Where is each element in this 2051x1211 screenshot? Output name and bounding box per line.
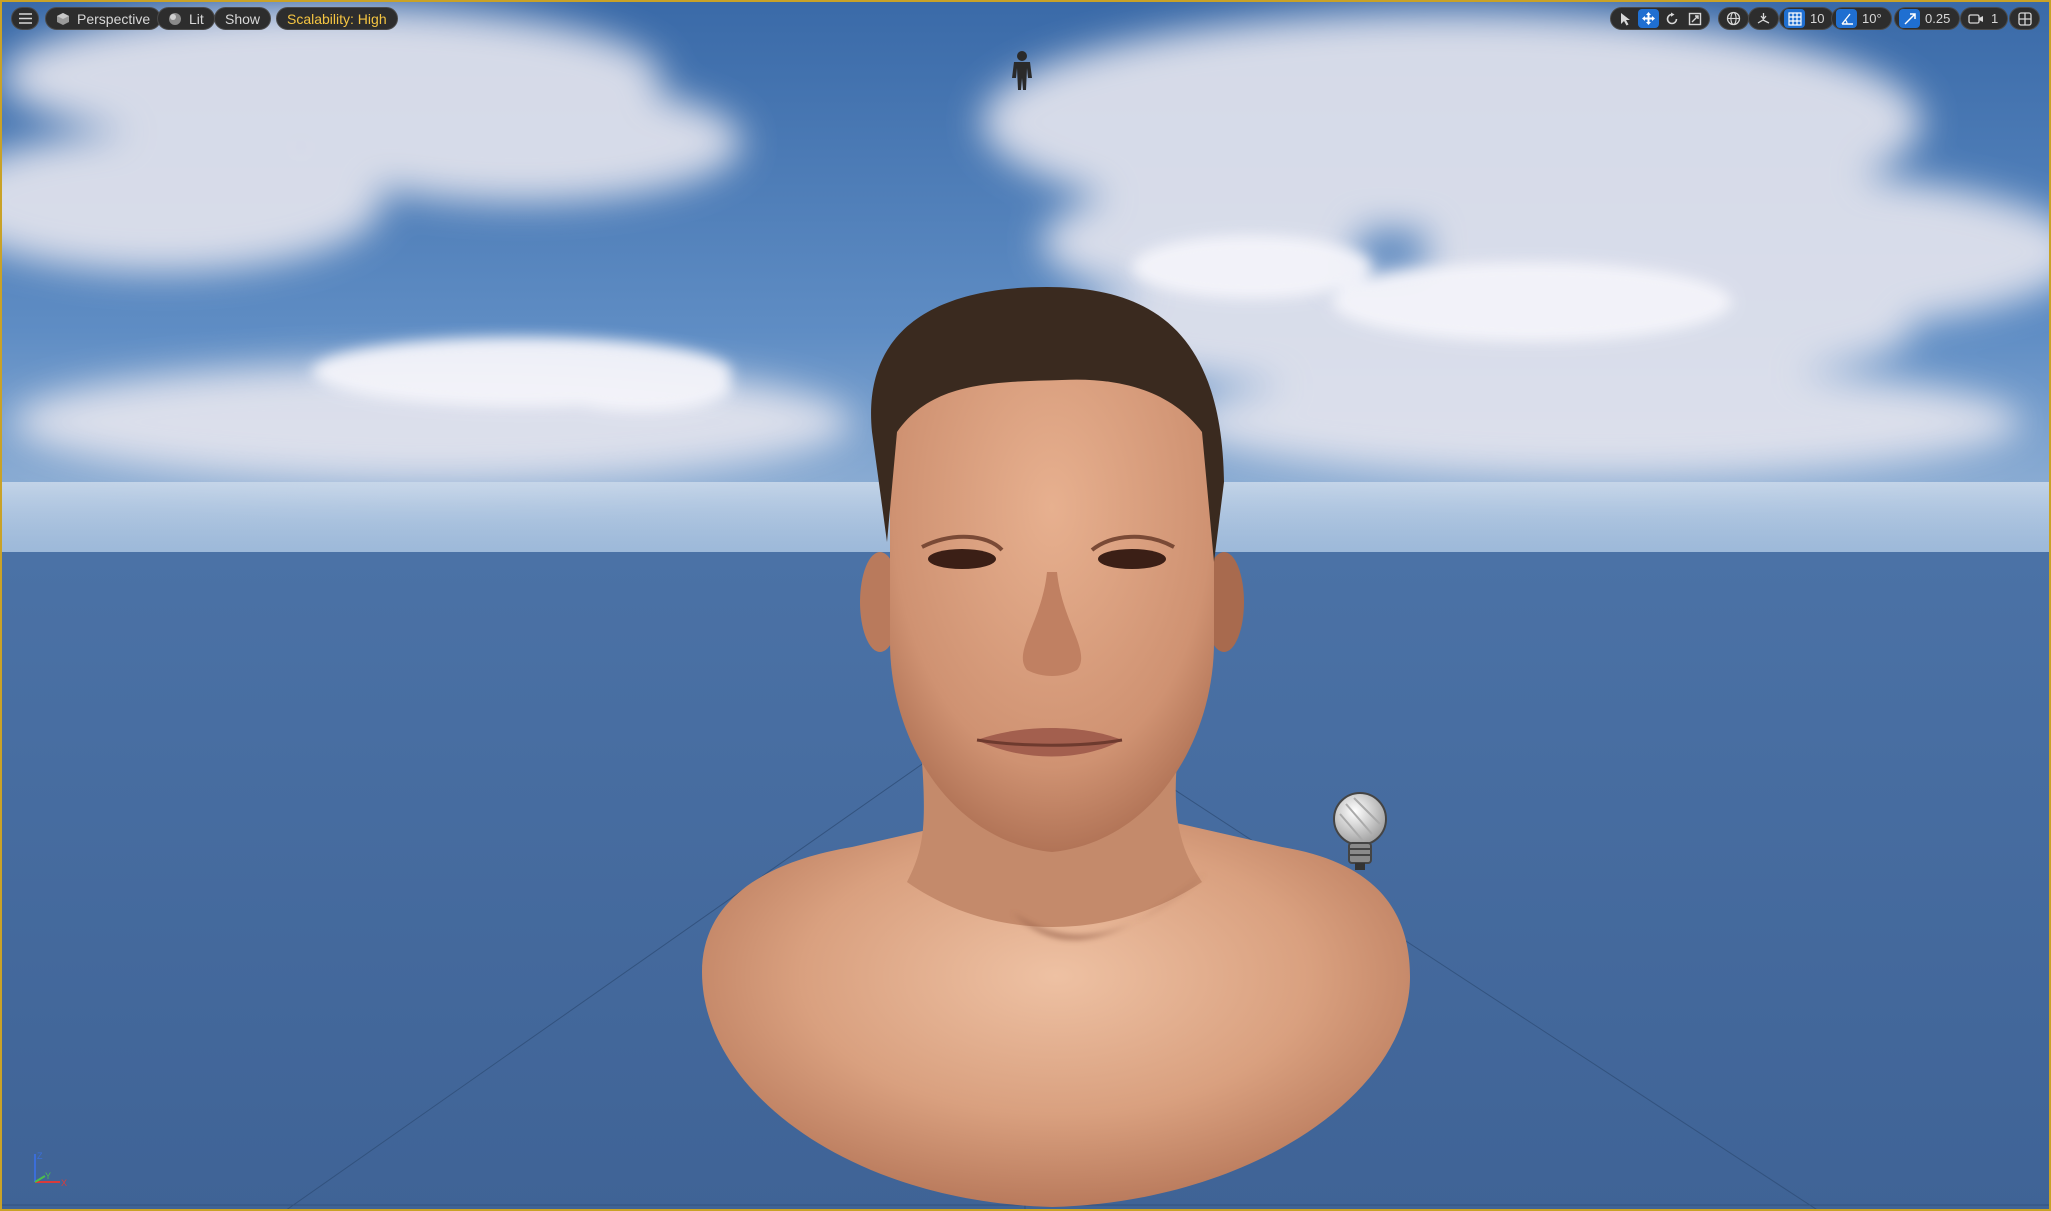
translate-tool-button[interactable] — [1638, 9, 1659, 28]
hamburger-icon — [18, 13, 32, 24]
rotation-snap-button[interactable]: 10° — [1831, 7, 1892, 30]
view-mode-button[interactable]: Perspective — [45, 7, 162, 30]
scalability-button[interactable]: Scalability: High — [276, 7, 398, 30]
viewport-layout-button[interactable] — [2009, 7, 2040, 30]
grid-snap-value: 10 — [1810, 11, 1825, 26]
axis-x-label: X — [61, 1178, 67, 1188]
rotate-icon — [1666, 12, 1677, 24]
show-flags-button[interactable]: Show — [214, 7, 272, 30]
angle-snap-icon — [1840, 13, 1853, 25]
grid-snap-button[interactable]: 10 — [1779, 7, 1835, 30]
select-arrow-icon — [1620, 12, 1630, 25]
axis-y-label: Y — [45, 1171, 51, 1181]
lighting-mode-button[interactable]: Lit — [157, 7, 215, 30]
lit-sphere-icon — [169, 12, 181, 25]
axis-z-label: Z — [37, 1151, 43, 1161]
viewport-scene[interactable] — [2, 2, 2051, 1211]
rotation-snap-icon-wrap — [1836, 9, 1857, 28]
camera-speed-icon-wrap — [1965, 9, 1986, 28]
lighting-mode-label: Lit — [189, 10, 204, 27]
view-mode-label: Perspective — [77, 10, 151, 27]
select-tool-button[interactable] — [1615, 9, 1636, 28]
world-globe-icon — [1726, 11, 1741, 26]
scale-snap-button[interactable]: 0.25 — [1894, 7, 1961, 30]
transform-tools-group — [1610, 7, 1710, 30]
perspective-cube-icon — [57, 12, 69, 25]
scale-snap-icon — [1903, 12, 1916, 25]
scalability-label: Scalability: High — [287, 10, 387, 27]
surface-snap-icon-wrap — [1753, 9, 1774, 28]
grid-snap-icon — [1787, 11, 1802, 26]
axis-indicator: Z X Y — [34, 1151, 67, 1188]
viewport-layout-icon-wrap — [2014, 9, 2035, 28]
coordinate-space-button[interactable] — [1718, 7, 1749, 30]
scale-snap-icon-wrap — [1899, 9, 1920, 28]
camera-icon — [1967, 13, 1983, 24]
scale-tool-button[interactable] — [1684, 9, 1705, 28]
camera-speed-value: 1 — [1991, 11, 1999, 26]
rotate-tool-button[interactable] — [1661, 9, 1682, 28]
show-flags-label: Show — [225, 10, 261, 27]
grid-snap-icon-wrap — [1784, 9, 1805, 28]
rotation-snap-value: 10° — [1862, 11, 1882, 26]
translate-icon — [1642, 12, 1655, 25]
scale-icon — [1688, 12, 1701, 25]
camera-speed-button[interactable]: 1 — [1960, 7, 2009, 30]
coordinate-space-icon-wrap — [1723, 9, 1744, 28]
viewport-layout-icon — [2017, 11, 2032, 26]
surface-snap-button[interactable] — [1748, 7, 1779, 30]
viewport-options-menu-button[interactable] — [11, 7, 39, 30]
level-viewport[interactable]: Perspective Lit Show Scalability: High 1… — [0, 0, 2051, 1211]
scale-snap-value: 0.25 — [1925, 11, 1951, 26]
surface-snap-icon — [1757, 13, 1770, 24]
